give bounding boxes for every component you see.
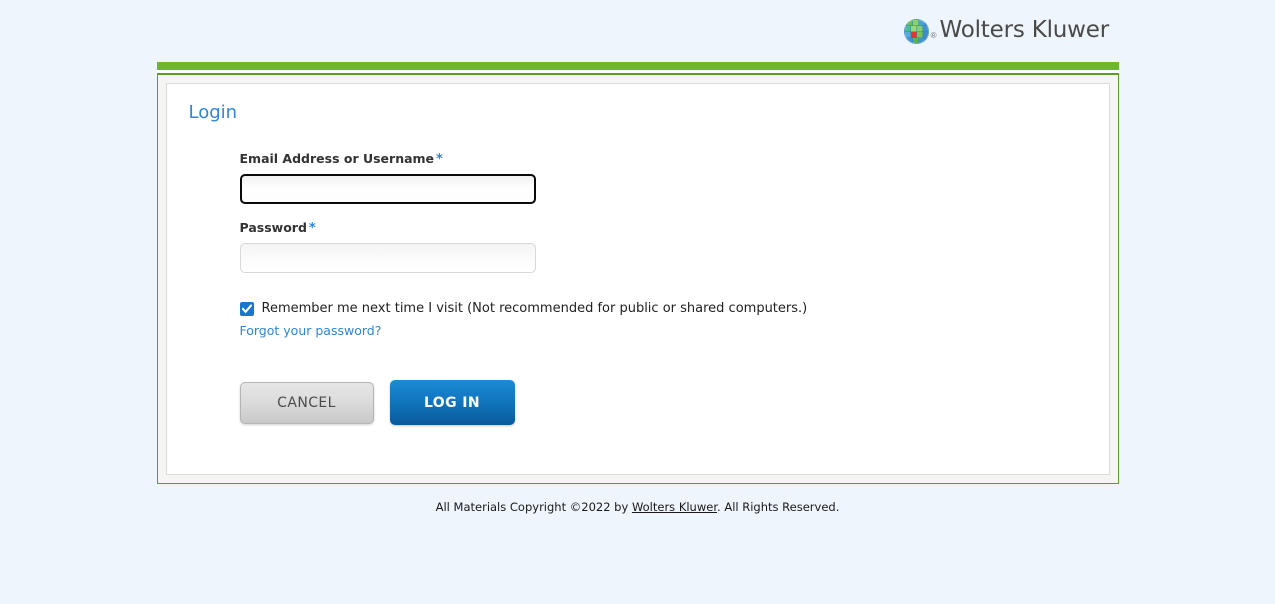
password-field-label: Password * <box>240 220 1087 236</box>
email-field-group: Email Address or Username * <box>239 151 1087 204</box>
email-input[interactable] <box>239 174 536 204</box>
login-panel: Login Email Address or Username * Passwor… <box>156 73 1119 484</box>
login-card: Login Email Address or Username * Passwor… <box>165 83 1110 475</box>
password-input[interactable] <box>239 243 536 273</box>
checkmark-icon <box>241 303 252 313</box>
password-label-text: Password <box>239 220 307 235</box>
copyright-text-before: All Materials Copyright ©2022 by <box>435 500 632 514</box>
login-form: Email Address or Username * Password * R… <box>189 151 1087 425</box>
copyright-footer: All Materials Copyright ©2022 by Wolters… <box>0 500 1275 514</box>
log-in-button[interactable]: LOG IN <box>389 380 515 425</box>
wolters-kluwer-logo: ® Wolters Kluwer <box>903 16 1110 44</box>
remember-me-label: Remember me next time I visit (Not recom… <box>261 301 808 316</box>
cancel-button[interactable]: CANCEL <box>239 381 374 424</box>
email-field-label: Email Address or Username * <box>240 151 1087 167</box>
brand-name: Wolters Kluwer <box>939 16 1110 43</box>
remember-me-checkbox[interactable] <box>239 301 254 316</box>
password-required-marker: * <box>308 221 316 236</box>
login-panel-wrapper: Login Email Address or Username * Passwor… <box>156 62 1119 484</box>
remember-me-row: Remember me next time I visit (Not recom… <box>239 301 1087 316</box>
brand-header: ® Wolters Kluwer <box>0 0 1275 62</box>
email-label-text: Email Address or Username <box>239 151 435 166</box>
copyright-text-after: . All Rights Reserved. <box>717 500 840 514</box>
page-title: Login <box>188 102 238 123</box>
registered-trademark-mark: ® <box>930 30 937 40</box>
wolters-kluwer-globe-icon <box>903 18 929 44</box>
footer-wolters-kluwer-link[interactable]: Wolters Kluwer <box>632 500 717 514</box>
green-accent-bar <box>156 62 1119 70</box>
forgot-password-link[interactable]: Forgot your password? <box>240 323 382 338</box>
password-field-group: Password * <box>239 220 1087 273</box>
form-actions: CANCEL LOG IN <box>239 380 1087 425</box>
email-required-marker: * <box>436 152 443 167</box>
